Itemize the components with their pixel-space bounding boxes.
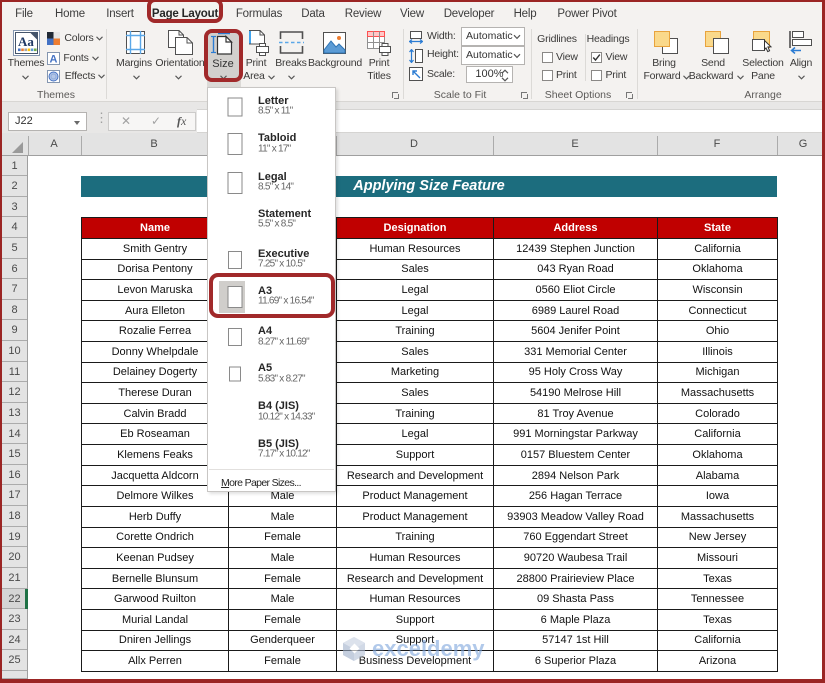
svg-text:A: A xyxy=(50,54,58,66)
svg-text:Aa: Aa xyxy=(18,34,34,49)
